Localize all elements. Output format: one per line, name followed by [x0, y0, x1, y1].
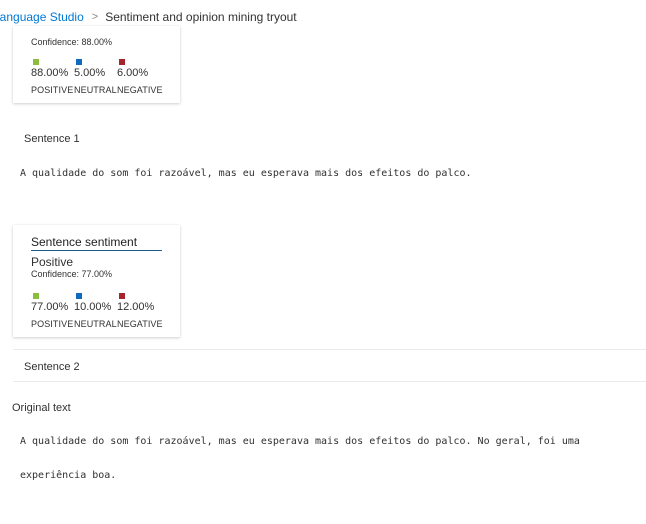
- sentence-2-heading[interactable]: Sentence 2: [24, 361, 80, 373]
- negative-score-label: NEGATIVE: [117, 319, 163, 329]
- neutral-score-label: NEUTRAL: [74, 85, 117, 95]
- negative-score-value: 6.00%: [117, 67, 149, 79]
- negative-score-value: 12.00%: [117, 301, 155, 313]
- positive-legend-square: [33, 59, 39, 65]
- sentence-1-heading: Sentence 1: [24, 133, 80, 145]
- sentence-sentiment-title: Sentence sentiment: [31, 235, 162, 251]
- original-text-line-2: experiência boa.: [20, 470, 117, 481]
- positive-legend-square: [33, 293, 39, 299]
- negative-legend-square: [119, 293, 125, 299]
- negative-score: 12.00% NEGATIVE: [117, 293, 163, 329]
- neutral-score-value: 5.00%: [74, 67, 106, 79]
- original-text-line-1: A qualidade do som foi razoável, mas eu …: [20, 436, 580, 447]
- neutral-legend-square: [76, 59, 82, 65]
- divider: [13, 381, 646, 382]
- document-sentiment-card: Confidence: 88.00% 88.00% POSITIVE 5.00%…: [13, 26, 180, 103]
- chevron-right-icon: >: [91, 11, 99, 23]
- positive-score-label: POSITIVE: [31, 85, 74, 95]
- divider: [13, 349, 646, 350]
- positive-score-value: 77.00%: [31, 301, 69, 313]
- neutral-legend-square: [76, 293, 82, 299]
- negative-score-label: NEGATIVE: [117, 85, 163, 95]
- sentence-1-text: A qualidade do som foi razoável, mas eu …: [20, 168, 472, 179]
- negative-score: 6.00% NEGATIVE: [117, 59, 163, 95]
- breadcrumb: Language Studio > Sentiment and opinion …: [0, 10, 297, 24]
- sentence-sentiment-card: Sentence sentiment Positive Confidence: …: [13, 225, 180, 337]
- neutral-score-value: 10.00%: [74, 301, 112, 313]
- positive-score-value: 88.00%: [31, 67, 69, 79]
- positive-score-label: POSITIVE: [31, 319, 74, 329]
- neutral-score: 5.00% NEUTRAL: [74, 59, 117, 95]
- confidence-text: Confidence: 88.00%: [31, 37, 113, 47]
- confidence-text: Confidence: 77.00%: [31, 269, 113, 279]
- breadcrumb-language-studio-link[interactable]: Language Studio: [0, 10, 84, 24]
- positive-score: 88.00% POSITIVE: [31, 59, 73, 95]
- neutral-score: 10.00% NEUTRAL: [74, 293, 117, 329]
- neutral-score-label: NEUTRAL: [74, 319, 117, 329]
- breadcrumb-current-page: Sentiment and opinion mining tryout: [105, 10, 297, 24]
- sentiment-label: Positive: [31, 255, 74, 269]
- original-text-heading: Original text: [12, 402, 71, 414]
- positive-score: 77.00% POSITIVE: [31, 293, 73, 329]
- negative-legend-square: [119, 59, 125, 65]
